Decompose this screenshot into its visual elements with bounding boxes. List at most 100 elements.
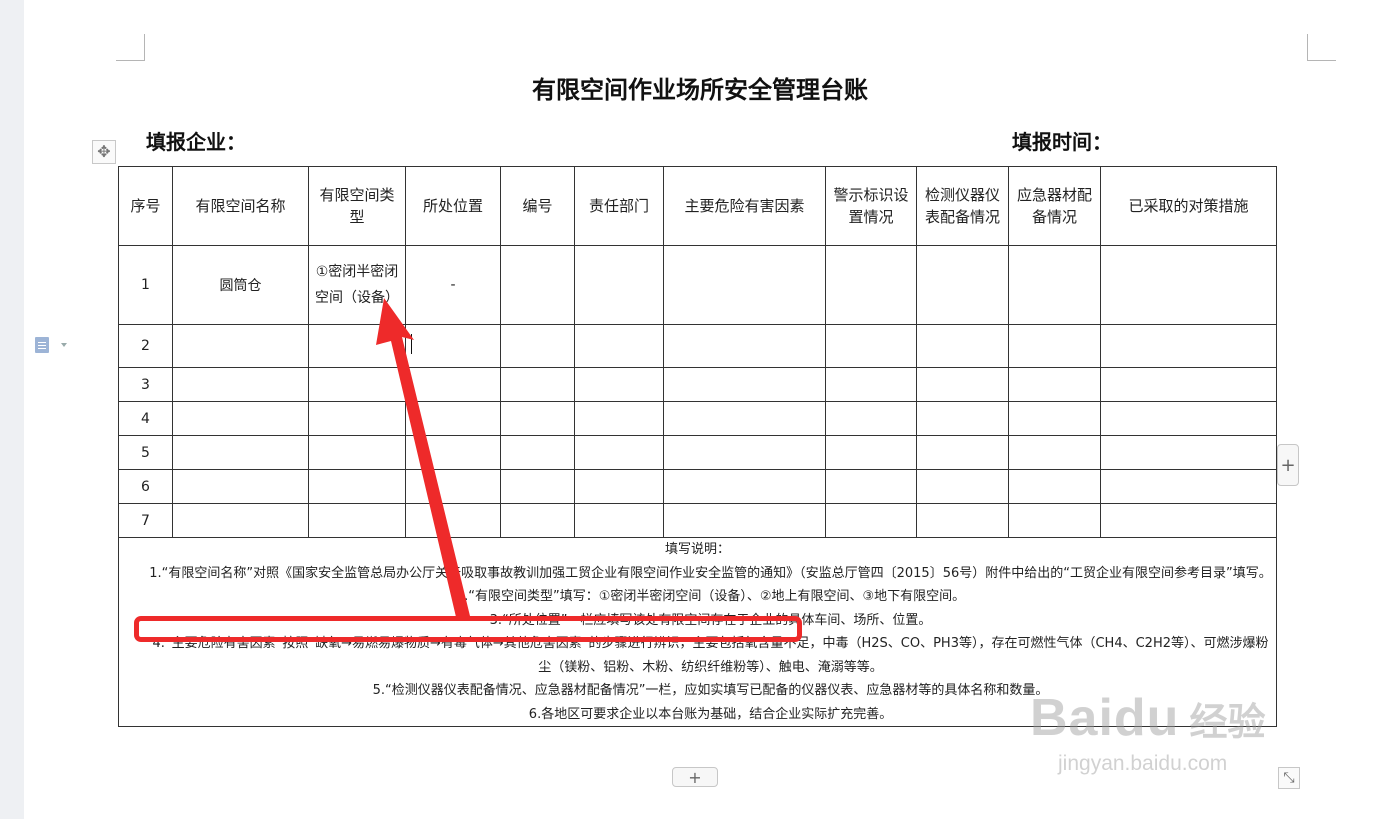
table-cell[interactable] <box>1100 245 1277 325</box>
table-cell[interactable] <box>172 435 309 470</box>
table-cell[interactable] <box>1100 435 1277 470</box>
table-cell[interactable]: - <box>405 245 501 325</box>
column-header[interactable]: 所处位置 <box>405 166 501 246</box>
table-cell[interactable] <box>500 401 575 436</box>
document-icon[interactable] <box>35 337 49 353</box>
add-column-button[interactable]: + <box>1277 444 1299 486</box>
table-cell[interactable] <box>916 503 1009 538</box>
table-cell[interactable] <box>663 435 826 470</box>
fill-time-label[interactable]: 填报时间： <box>1012 126 1112 155</box>
table-cell[interactable] <box>574 324 664 368</box>
table-cell[interactable] <box>825 401 917 436</box>
table-cell[interactable] <box>1100 503 1277 538</box>
table-cell[interactable] <box>1008 324 1101 368</box>
table-cell[interactable] <box>308 401 406 436</box>
table-cell[interactable] <box>574 401 664 436</box>
table-cell[interactable]: 5 <box>118 435 173 470</box>
table-cell[interactable] <box>663 245 826 325</box>
column-header[interactable]: 有限空间名称 <box>172 166 309 246</box>
table-cell[interactable]: 1 <box>118 245 173 325</box>
column-header[interactable]: 有限空间类型 <box>308 166 406 246</box>
table-cell[interactable]: 圆筒仓 <box>172 245 309 325</box>
table-row: 2 <box>118 324 1277 368</box>
table-cell[interactable] <box>825 324 917 368</box>
table-cell[interactable] <box>916 435 1009 470</box>
table-cell[interactable] <box>1008 435 1101 470</box>
table-cell[interactable] <box>825 469 917 504</box>
table-cell[interactable] <box>916 401 1009 436</box>
table-cell[interactable] <box>825 503 917 538</box>
table-cell[interactable] <box>663 324 826 368</box>
table-cell[interactable] <box>308 435 406 470</box>
table-cell[interactable] <box>172 503 309 538</box>
table-cell[interactable] <box>405 401 501 436</box>
column-header[interactable]: 已采取的对策措施 <box>1100 166 1277 246</box>
table-cell[interactable] <box>500 435 575 470</box>
table-cell[interactable] <box>574 245 664 325</box>
table-cell[interactable] <box>405 367 501 402</box>
table-cell[interactable] <box>916 324 1009 368</box>
table-cell[interactable] <box>825 245 917 325</box>
table-cell[interactable] <box>1100 324 1277 368</box>
table-cell[interactable] <box>172 401 309 436</box>
table-cell[interactable]: 7 <box>118 503 173 538</box>
table-cell[interactable]: 2 <box>118 324 173 368</box>
table-cell[interactable] <box>1008 245 1101 325</box>
table-cell[interactable] <box>172 367 309 402</box>
table-cell[interactable]: 4 <box>118 401 173 436</box>
fill-company-label[interactable]: 填报企业： <box>146 126 246 155</box>
table-cell[interactable] <box>825 435 917 470</box>
table-cell[interactable] <box>308 367 406 402</box>
table-cell[interactable] <box>1100 401 1277 436</box>
table-cell[interactable] <box>405 469 501 504</box>
table-cell[interactable] <box>916 245 1009 325</box>
table-cell[interactable] <box>1100 367 1277 402</box>
table-cell[interactable] <box>500 367 575 402</box>
table-cell-active[interactable] <box>405 324 501 368</box>
table-cell[interactable] <box>500 324 575 368</box>
table-cell[interactable] <box>500 245 575 325</box>
column-header[interactable]: 警示标识设置情况 <box>825 166 917 246</box>
table-cell[interactable] <box>663 367 826 402</box>
chevron-down-icon[interactable] <box>61 343 67 347</box>
column-header[interactable]: 应急器材配备情况 <box>1008 166 1101 246</box>
table-cell[interactable]: 6 <box>118 469 173 504</box>
table-cell[interactable] <box>1008 503 1101 538</box>
table-cell[interactable] <box>308 324 406 368</box>
add-row-button[interactable]: + <box>672 767 718 787</box>
table-cell[interactable] <box>574 367 664 402</box>
table-cell[interactable] <box>405 435 501 470</box>
table-cell[interactable] <box>308 503 406 538</box>
table-cell[interactable] <box>1008 401 1101 436</box>
column-header[interactable]: 序号 <box>118 166 173 246</box>
table-cell[interactable] <box>405 503 501 538</box>
column-header[interactable]: 检测仪器仪表配备情况 <box>916 166 1009 246</box>
table-cell[interactable] <box>574 503 664 538</box>
table-cell[interactable] <box>308 469 406 504</box>
text-cursor <box>410 334 412 354</box>
column-header[interactable]: 编号 <box>500 166 575 246</box>
table-move-handle[interactable]: ✥ <box>92 140 116 164</box>
column-header[interactable]: 主要危险有害因素 <box>663 166 826 246</box>
table-cell[interactable]: ①密闭半密闭空间（设备） <box>308 245 406 325</box>
table-cell[interactable] <box>500 503 575 538</box>
document-title[interactable]: 有限空间作业场所安全管理台账 <box>24 70 1376 105</box>
table-cell[interactable] <box>916 367 1009 402</box>
table-cell[interactable] <box>1008 469 1101 504</box>
table-header-row: 序号 有限空间名称 有限空间类型 所处位置 编号 责任部门 主要危险有害因素 警… <box>118 166 1277 246</box>
table-cell[interactable] <box>663 469 826 504</box>
table-cell[interactable] <box>172 469 309 504</box>
table-cell[interactable] <box>500 469 575 504</box>
table-row: 3 <box>118 367 1277 402</box>
table-cell[interactable] <box>172 324 309 368</box>
table-cell[interactable] <box>574 435 664 470</box>
table-cell[interactable] <box>663 503 826 538</box>
table-cell[interactable] <box>1100 469 1277 504</box>
table-cell[interactable] <box>825 367 917 402</box>
table-cell[interactable] <box>916 469 1009 504</box>
table-cell[interactable] <box>663 401 826 436</box>
column-header[interactable]: 责任部门 <box>574 166 664 246</box>
table-cell[interactable] <box>574 469 664 504</box>
table-cell[interactable] <box>1008 367 1101 402</box>
table-cell[interactable]: 3 <box>118 367 173 402</box>
